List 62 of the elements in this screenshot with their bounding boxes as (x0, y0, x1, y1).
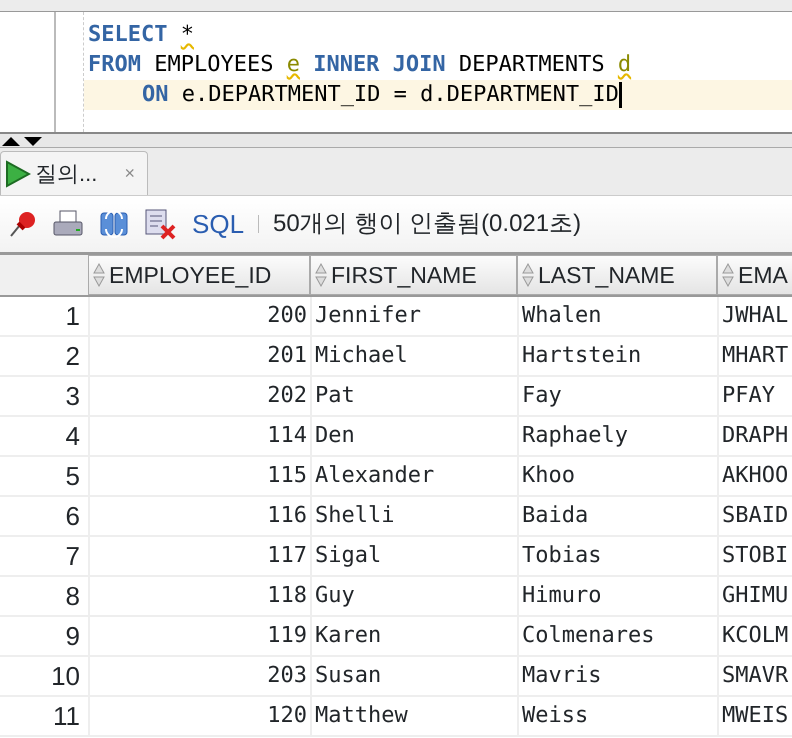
sort-icon[interactable] (522, 263, 534, 287)
table-cell: Colmenares (517, 617, 717, 655)
status-text: 50개의 행이 인출됨(0.021초) (273, 209, 582, 239)
table-cell: Alexander (310, 457, 517, 495)
table-cell: Baida (517, 497, 717, 535)
table-cell: JWHAL (717, 297, 792, 335)
code-line: SELECT * (87, 21, 195, 49)
table-cell: 118 (88, 577, 310, 615)
column-header[interactable]: EMA (717, 255, 792, 295)
table-cell: 119 (88, 617, 310, 655)
table-cell: Michael (310, 337, 517, 375)
table-cell: STOBI (717, 537, 792, 575)
table-cell: Susan (310, 657, 517, 695)
delete-document-icon[interactable] (144, 208, 178, 240)
run-icon (5, 160, 31, 188)
table-cell: 115 (88, 457, 310, 495)
table-cell: Weiss (517, 697, 717, 735)
table-cell: SBAID (717, 497, 792, 535)
table-cell: Whalen (517, 297, 717, 335)
code-line: FROM EMPLOYEES e INNER JOIN DEPARTMENTS d (87, 51, 632, 79)
table-cell: Jennifer (310, 297, 517, 335)
sort-icon[interactable] (315, 263, 327, 287)
table-cell: Mavris (517, 657, 717, 695)
table-cell: PFAY (717, 377, 792, 415)
table-cell: 120 (88, 697, 310, 735)
sort-icon[interactable] (93, 263, 105, 287)
sql-button[interactable]: SQL (192, 204, 244, 244)
table-cell: Pat (310, 377, 517, 415)
table-cell: Sigal (310, 537, 517, 575)
table-cell: AKHOO (717, 457, 792, 495)
table-cell: GHIMU (717, 577, 792, 615)
table-cell: MHART (717, 337, 792, 375)
table-cell: Karen (310, 617, 517, 655)
table-cell: Den (310, 417, 517, 455)
table-cell: Matthew (310, 697, 517, 735)
table-cell: KCOLM (717, 617, 792, 655)
table-cell: Hartstein (517, 337, 717, 375)
table-cell: 114 (88, 417, 310, 455)
table-cell: 201 (88, 337, 310, 375)
table-cell: Raphaely (517, 417, 717, 455)
table-cell: Khoo (517, 457, 717, 495)
table-cell: Shelli (310, 497, 517, 535)
tab-label: 질의... (35, 160, 98, 188)
table-cell: 203 (88, 657, 310, 695)
table-cell: 117 (88, 537, 310, 575)
table-cell: 202 (88, 377, 310, 415)
sort-icon[interactable] (722, 263, 734, 287)
table-cell: 116 (88, 497, 310, 535)
table-cell: Fay (517, 377, 717, 415)
table-cell: 200 (88, 297, 310, 335)
table-cell: Himuro (517, 577, 717, 615)
table-cell: DRAPH (717, 417, 792, 455)
pin-icon[interactable] (8, 209, 38, 239)
table-cell: MWEIS (717, 697, 792, 735)
splitter-arrows-icon[interactable] (2, 136, 44, 146)
table-cell: Tobias (517, 537, 717, 575)
column-header[interactable]: EMPLOYEE_ID (88, 255, 310, 295)
column-header[interactable]: FIRST_NAME (310, 255, 517, 295)
column-header[interactable]: LAST_NAME (517, 255, 717, 295)
table-cell: Guy (310, 577, 517, 615)
table-cell: SMAVR (717, 657, 792, 695)
results-tab[interactable]: 질의... × (0, 151, 148, 195)
